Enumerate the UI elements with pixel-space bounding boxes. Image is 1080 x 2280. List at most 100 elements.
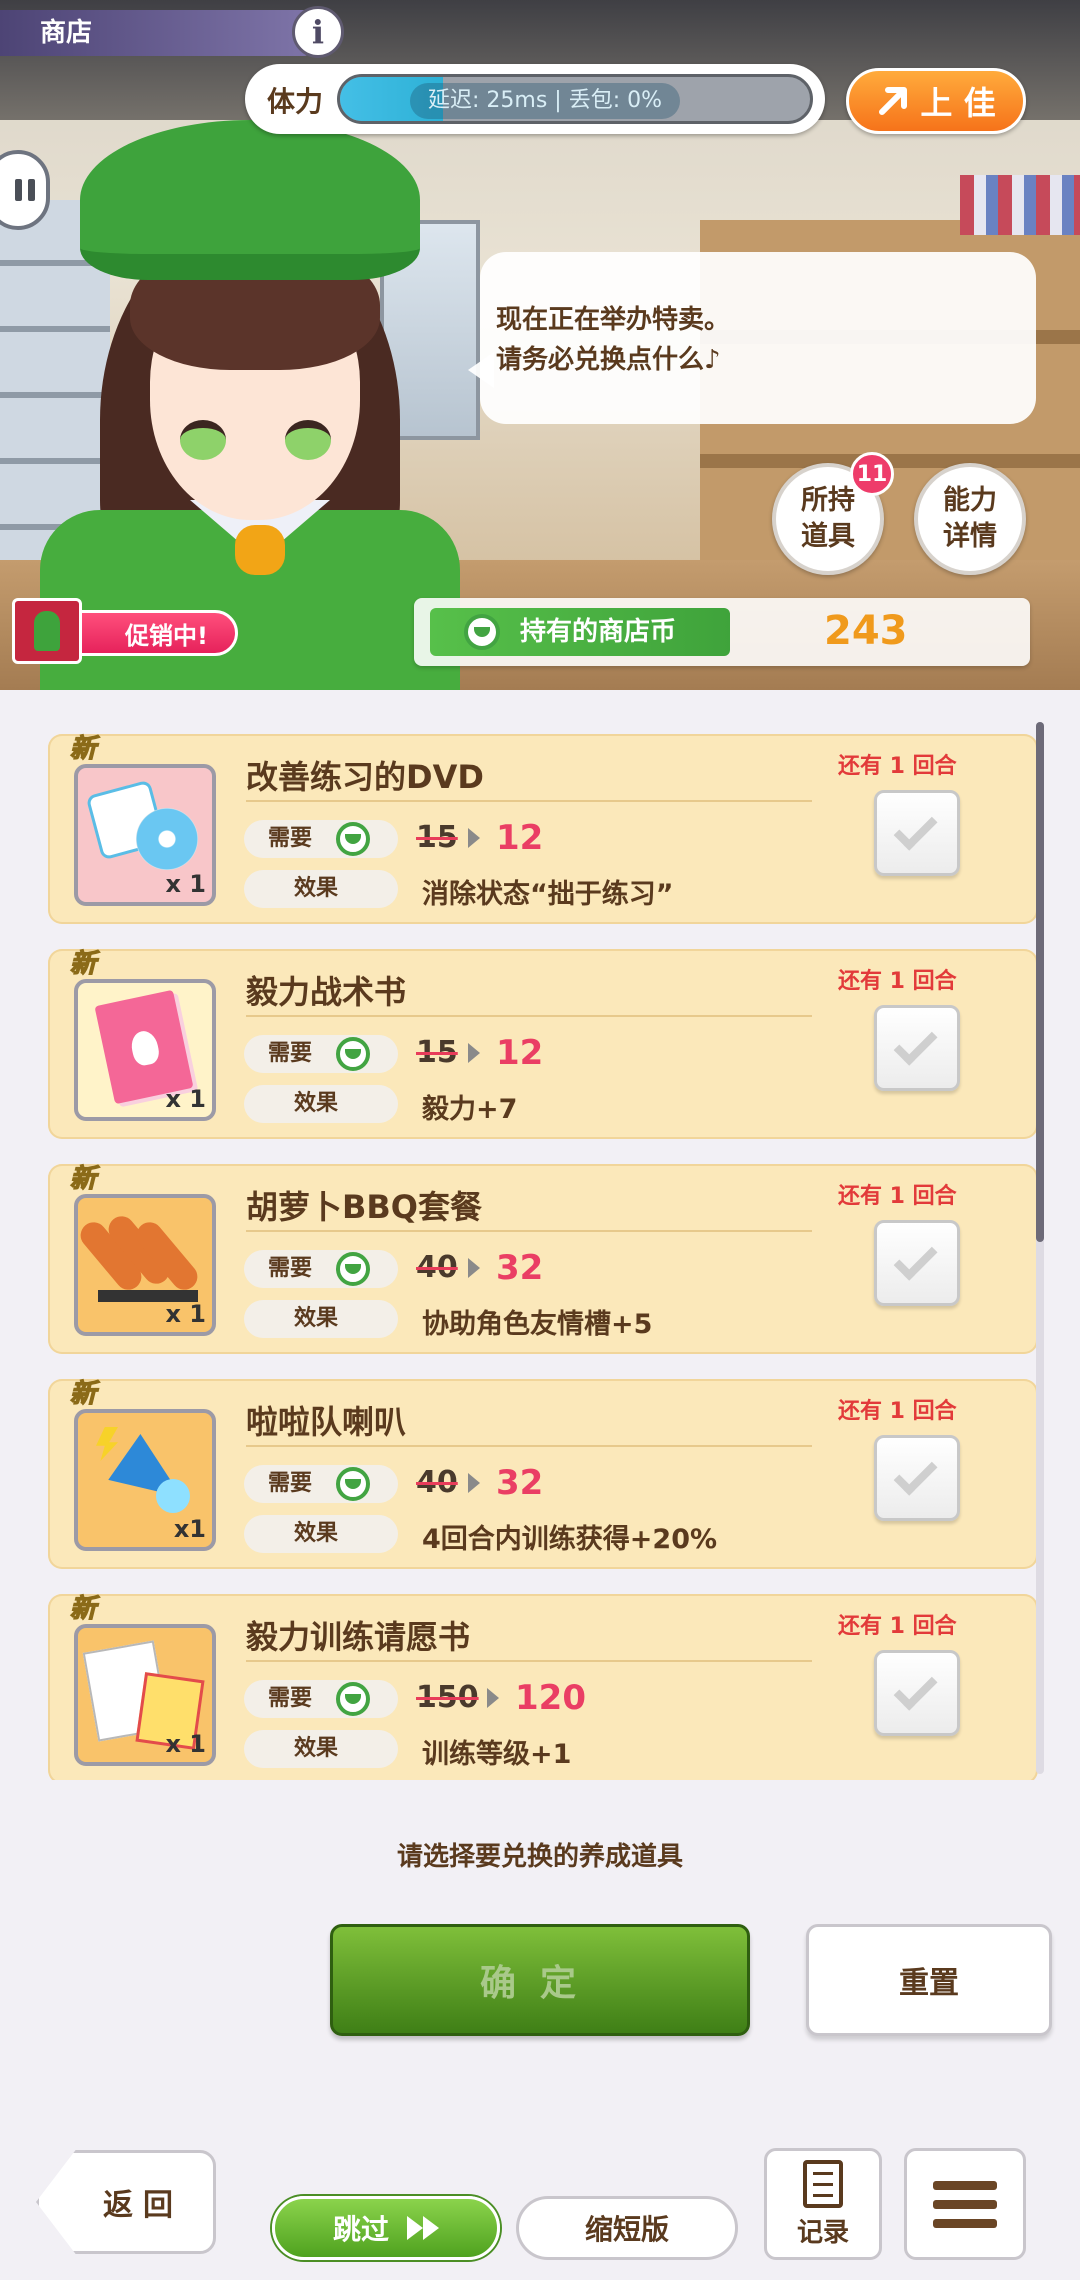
arrow-up-right-icon <box>879 87 908 115</box>
sale-price: 32 <box>496 1463 544 1503</box>
shop-item[interactable]: 新 x 1 胡萝卜BBQ套餐 需要 40 32 效果 协助角色友情槽+5 还有 … <box>48 1163 1038 1354</box>
item-icon: x 1 <box>74 764 216 906</box>
effect-label: 效果 <box>294 1091 339 1116</box>
owned-items-label-2: 道具 <box>801 521 855 552</box>
stamina-label: 体力 <box>267 85 324 118</box>
dialogue-line-1: 现在正在举办特卖。 <box>496 305 731 335</box>
effect-label: 效果 <box>294 1521 339 1546</box>
select-checkbox[interactable] <box>874 1435 960 1521</box>
item-effect: 毅力+7 <box>422 1094 518 1125</box>
shop-coin-icon <box>336 1252 370 1286</box>
confirm-button[interactable]: 确定 <box>330 1924 750 2036</box>
price-arrow-icon <box>468 1473 480 1493</box>
dialogue-bubble: 现在正在举办特卖。 请务必兑换点什么♪ <box>468 252 1036 424</box>
stamina-track: 延迟: 25ms | 丢包: 0% <box>337 74 813 124</box>
item-effect: 4回合内训练获得+20% <box>422 1524 718 1555</box>
promo-banner[interactable]: 促销中! <box>12 598 242 664</box>
character-eye-right <box>285 420 331 460</box>
menu-icon <box>933 2180 997 2190</box>
price-arrow-icon <box>468 1258 480 1278</box>
need-label: 需要 <box>268 1041 313 1066</box>
sale-price: 120 <box>515 1678 586 1718</box>
shop-coin-icon <box>336 822 370 856</box>
scrollbar-thumb[interactable] <box>1036 722 1044 1242</box>
need-chip: 需要 <box>244 1465 398 1503</box>
info-button[interactable]: i <box>292 6 344 58</box>
item-name: 毅力战术书 <box>246 973 407 1011</box>
price-arrow-icon <box>487 1688 499 1708</box>
menu-button[interactable] <box>904 2148 1026 2260</box>
item-list[interactable]: 新 x 1 改善练习的DVD 需要 15 12 效果 消除状态“拙于练习” 还有… <box>48 720 1038 1780</box>
need-label: 需要 <box>268 1686 313 1711</box>
sale-price: 32 <box>496 1248 544 1288</box>
original-price: 40 <box>416 1250 458 1285</box>
ability-details-button[interactable]: 能力 详情 <box>914 463 1026 575</box>
item-divider <box>246 1445 812 1447</box>
checkmark-icon <box>893 1021 938 1066</box>
pause-button[interactable] <box>0 150 50 230</box>
stamina-bar: 体力 延迟: 25ms | 丢包: 0% <box>245 64 825 134</box>
effect-chip: 效果 <box>244 1730 398 1768</box>
ability-label-1: 能力 <box>943 485 997 516</box>
checkmark-icon <box>893 1451 938 1496</box>
item-effect: 消除状态“拙于练习” <box>422 879 674 910</box>
character-eye-left <box>180 420 226 460</box>
need-label: 需要 <box>268 1471 313 1496</box>
select-checkbox[interactable] <box>874 1650 960 1736</box>
new-badge: 新 <box>69 733 97 764</box>
character-tie <box>235 525 285 575</box>
effect-label: 效果 <box>294 1736 339 1761</box>
new-badge: 新 <box>69 948 97 979</box>
need-chip: 需要 <box>244 1035 398 1073</box>
remaining-turns: 还有 1 回合 <box>838 969 957 994</box>
item-divider <box>246 1660 812 1662</box>
back-button[interactable]: 返回 <box>36 2150 216 2254</box>
shop-item[interactable]: 新 x1 啦啦队喇叭 需要 40 32 效果 4回合内训练获得+20% 还有 1… <box>48 1378 1038 1569</box>
short-version-button[interactable]: 缩短版 <box>516 2196 738 2260</box>
upgrade-button[interactable]: 上 佳 <box>846 68 1026 134</box>
checkmark-icon <box>893 1236 938 1281</box>
item-quantity: x 1 <box>165 1085 206 1113</box>
document-icon <box>803 2159 843 2208</box>
item-divider <box>246 1230 812 1232</box>
network-status: 延迟: 25ms | 丢包: 0% <box>410 83 680 119</box>
select-checkbox[interactable] <box>874 790 960 876</box>
shop-coins-label: 持有的商店币 <box>520 617 677 647</box>
selection-hint: 请选择要兑换的养成道具 <box>396 1842 683 1872</box>
item-effect: 协助角色友情槽+5 <box>422 1309 653 1340</box>
item-name: 改善练习的DVD <box>246 758 484 796</box>
scene-books <box>960 175 1080 235</box>
item-effect: 训练等级+1 <box>422 1739 572 1770</box>
need-label: 需要 <box>268 1256 313 1281</box>
need-label: 需要 <box>268 826 313 851</box>
shop-coins-panel: 持有的商店币 243 <box>414 598 1030 666</box>
need-chip: 需要 <box>244 1680 398 1718</box>
need-chip: 需要 <box>244 820 398 858</box>
shop-coins-label-box: 持有的商店币 <box>430 608 730 656</box>
select-checkbox[interactable] <box>874 1005 960 1091</box>
item-quantity: x1 <box>173 1515 206 1543</box>
ability-label-2: 详情 <box>943 521 997 552</box>
skip-button[interactable]: 跳过 <box>272 2196 500 2260</box>
original-price: 150 <box>416 1680 479 1715</box>
item-icon: x 1 <box>74 1624 216 1766</box>
shop-item[interactable]: 新 x 1 毅力训练请愿书 需要 150 120 效果 训练等级+1 还有 1 … <box>48 1593 1038 1780</box>
select-checkbox[interactable] <box>874 1220 960 1306</box>
reset-button[interactable]: 重置 <box>806 1924 1052 2036</box>
item-divider <box>246 1015 812 1017</box>
original-price: 40 <box>416 1465 458 1500</box>
new-badge: 新 <box>69 1378 97 1409</box>
price-arrow-icon <box>468 828 480 848</box>
new-badge: 新 <box>69 1163 97 1194</box>
item-quantity: x 1 <box>165 870 206 898</box>
skip-label: 跳过 <box>332 2213 389 2246</box>
checkmark-icon <box>893 806 938 851</box>
shop-coin-icon <box>336 1467 370 1501</box>
item-icon: x 1 <box>74 979 216 1121</box>
item-name: 毅力训练请愿书 <box>246 1618 471 1656</box>
shop-item[interactable]: 新 x 1 改善练习的DVD 需要 15 12 效果 消除状态“拙于练习” 还有… <box>48 733 1038 924</box>
log-button[interactable]: 记录 <box>764 2148 882 2260</box>
effect-chip: 效果 <box>244 1300 398 1338</box>
shop-item[interactable]: 新 x 1 毅力战术书 需要 15 12 效果 毅力+7 还有 1 回合 <box>48 948 1038 1139</box>
new-badge: 新 <box>69 1593 97 1624</box>
